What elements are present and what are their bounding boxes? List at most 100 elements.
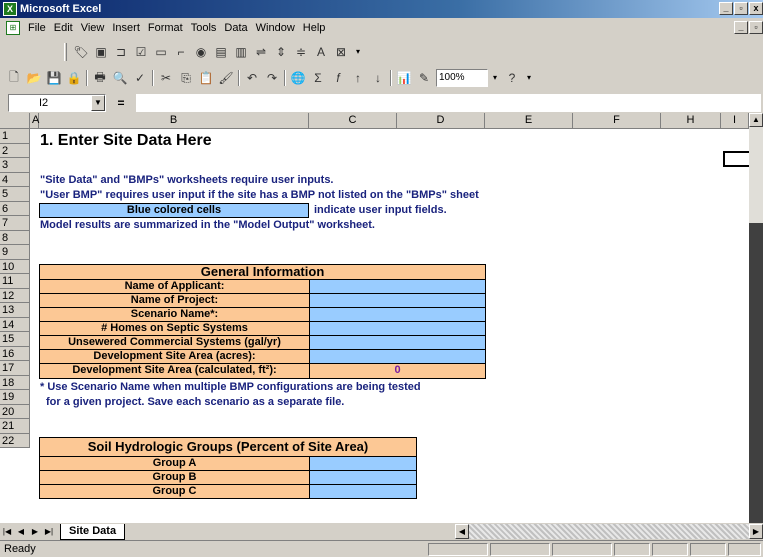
drawing-icon[interactable]: ✎ bbox=[414, 68, 434, 88]
restore-button[interactable]: ▫ bbox=[734, 2, 748, 15]
toolbar-grip[interactable] bbox=[64, 43, 67, 61]
column-header[interactable]: B bbox=[39, 113, 309, 129]
column-header[interactable]: E bbox=[485, 113, 573, 129]
new-file-icon[interactable]: 🗋 bbox=[4, 68, 24, 88]
menu-window[interactable]: Window bbox=[252, 22, 299, 34]
sort-descending-icon[interactable]: ↓ bbox=[368, 68, 388, 88]
toolbar-options-icon[interactable]: ▾ bbox=[522, 69, 536, 87]
prev-sheet-icon[interactable]: ◀ bbox=[14, 524, 28, 539]
combobox-icon[interactable]: ▥ bbox=[231, 42, 251, 62]
listbox-icon[interactable]: ▤ bbox=[211, 42, 231, 62]
row-header[interactable]: 12 bbox=[0, 288, 30, 303]
column-header[interactable]: A bbox=[30, 113, 39, 129]
row-header[interactable]: 4 bbox=[0, 172, 30, 187]
row-header[interactable]: 19 bbox=[0, 390, 30, 405]
row-header[interactable]: 22 bbox=[0, 433, 30, 448]
zoom-dropdown-icon[interactable]: ▾ bbox=[488, 69, 502, 87]
group-a-input[interactable] bbox=[309, 456, 417, 471]
row-header[interactable]: 1 bbox=[0, 129, 30, 144]
redo-icon[interactable]: ↷ bbox=[262, 68, 282, 88]
spelling-icon[interactable]: ✓ bbox=[130, 68, 150, 88]
grid-icon[interactable]: ⊠ bbox=[331, 42, 351, 62]
scrollbar-icon[interactable]: ⇌ bbox=[251, 42, 271, 62]
menu-help[interactable]: Help bbox=[299, 22, 330, 34]
permission-icon[interactable]: 🔒 bbox=[64, 68, 84, 88]
formula-input[interactable] bbox=[136, 94, 761, 112]
commercial-systems-input[interactable] bbox=[309, 335, 486, 350]
minimize-button[interactable]: _ bbox=[719, 2, 733, 15]
print-preview-icon[interactable]: 🔍 bbox=[110, 68, 130, 88]
copy-icon[interactable]: ⎘ bbox=[176, 68, 196, 88]
scroll-track[interactable] bbox=[469, 524, 749, 539]
row-header[interactable]: 17 bbox=[0, 361, 30, 376]
column-header[interactable]: I bbox=[721, 113, 749, 129]
vertical-scrollbar[interactable]: ▲ bbox=[749, 113, 763, 523]
row-header[interactable]: 8 bbox=[0, 230, 30, 245]
save-icon[interactable]: 💾 bbox=[44, 68, 64, 88]
tab-site-data[interactable]: Site Data bbox=[60, 523, 126, 540]
column-header[interactable]: H bbox=[661, 113, 721, 129]
row-header[interactable]: 14 bbox=[0, 317, 30, 332]
edit-box-icon[interactable]: ▣ bbox=[91, 42, 111, 62]
menu-view[interactable]: View bbox=[77, 22, 109, 34]
selected-cell-I2[interactable] bbox=[723, 151, 749, 167]
function-icon[interactable]: f bbox=[328, 68, 348, 88]
row-header[interactable]: 16 bbox=[0, 346, 30, 361]
checkbox-icon[interactable]: ☑ bbox=[131, 42, 151, 62]
row-header[interactable]: 2 bbox=[0, 143, 30, 158]
scroll-thumb[interactable] bbox=[749, 223, 763, 523]
last-sheet-icon[interactable]: ▶| bbox=[42, 524, 56, 539]
doc-minimize-button[interactable]: _ bbox=[734, 21, 748, 34]
row-header[interactable]: 6 bbox=[0, 201, 30, 216]
row-header[interactable]: 21 bbox=[0, 419, 30, 434]
open-folder-icon[interactable]: 📂 bbox=[24, 68, 44, 88]
help-icon[interactable]: ? bbox=[502, 68, 522, 88]
name-box[interactable]: I2 ▼ bbox=[8, 94, 106, 112]
scroll-up-icon[interactable]: ▲ bbox=[749, 113, 763, 127]
group-box-icon[interactable]: ⊐ bbox=[111, 42, 131, 62]
scroll-left-icon[interactable]: ◀ bbox=[455, 524, 469, 539]
scroll-right-icon[interactable]: ▶ bbox=[749, 524, 763, 539]
row-header[interactable]: 18 bbox=[0, 375, 30, 390]
properties-icon[interactable]: ≑ bbox=[291, 42, 311, 62]
project-name-input[interactable] bbox=[309, 293, 486, 308]
group-b-input[interactable] bbox=[309, 470, 417, 485]
cell-grid[interactable]: 1. Enter Site Data Here "Site Data" and … bbox=[30, 129, 749, 523]
column-header[interactable]: C bbox=[309, 113, 397, 129]
option-icon[interactable]: ◉ bbox=[191, 42, 211, 62]
menu-tools[interactable]: Tools bbox=[187, 22, 221, 34]
button-icon[interactable]: ▭ bbox=[151, 42, 171, 62]
autosum-icon[interactable]: Σ bbox=[308, 68, 328, 88]
spinner-icon[interactable]: ⇕ bbox=[271, 42, 291, 62]
row-header[interactable]: 11 bbox=[0, 274, 30, 289]
menu-file[interactable]: File bbox=[24, 22, 50, 34]
row-header[interactable]: 3 bbox=[0, 158, 30, 173]
row-header[interactable]: 13 bbox=[0, 303, 30, 318]
line-icon[interactable]: ⌐ bbox=[171, 42, 191, 62]
row-header[interactable]: 10 bbox=[0, 259, 30, 274]
undo-icon[interactable]: ↶ bbox=[242, 68, 262, 88]
select-all-corner[interactable] bbox=[0, 113, 30, 129]
menu-format[interactable]: Format bbox=[144, 22, 187, 34]
chart-wizard-icon[interactable]: 📊 bbox=[394, 68, 414, 88]
sort-ascending-icon[interactable]: ↑ bbox=[348, 68, 368, 88]
hyperlink-icon[interactable]: 🌐 bbox=[288, 68, 308, 88]
site-area-acres-input[interactable] bbox=[309, 349, 486, 364]
column-header[interactable]: D bbox=[397, 113, 485, 129]
first-sheet-icon[interactable]: |◀ bbox=[0, 524, 14, 539]
septic-homes-input[interactable] bbox=[309, 321, 486, 336]
menu-edit[interactable]: Edit bbox=[50, 22, 77, 34]
row-header[interactable]: 9 bbox=[0, 245, 30, 260]
doc-restore-button[interactable]: ▫ bbox=[749, 21, 763, 34]
chevron-down-icon[interactable]: ▾ bbox=[351, 43, 365, 61]
column-header[interactable]: F bbox=[573, 113, 661, 129]
print-icon[interactable]: 🖶 bbox=[90, 68, 110, 88]
close-button[interactable]: x bbox=[749, 2, 763, 15]
name-box-dropdown-icon[interactable]: ▼ bbox=[91, 95, 105, 111]
scenario-name-input[interactable] bbox=[309, 307, 486, 322]
row-header[interactable]: 5 bbox=[0, 187, 30, 202]
row-header[interactable]: 15 bbox=[0, 332, 30, 347]
row-header[interactable]: 7 bbox=[0, 216, 30, 231]
label-icon[interactable]: 🏷 bbox=[71, 42, 91, 62]
cut-icon[interactable]: ✂ bbox=[156, 68, 176, 88]
